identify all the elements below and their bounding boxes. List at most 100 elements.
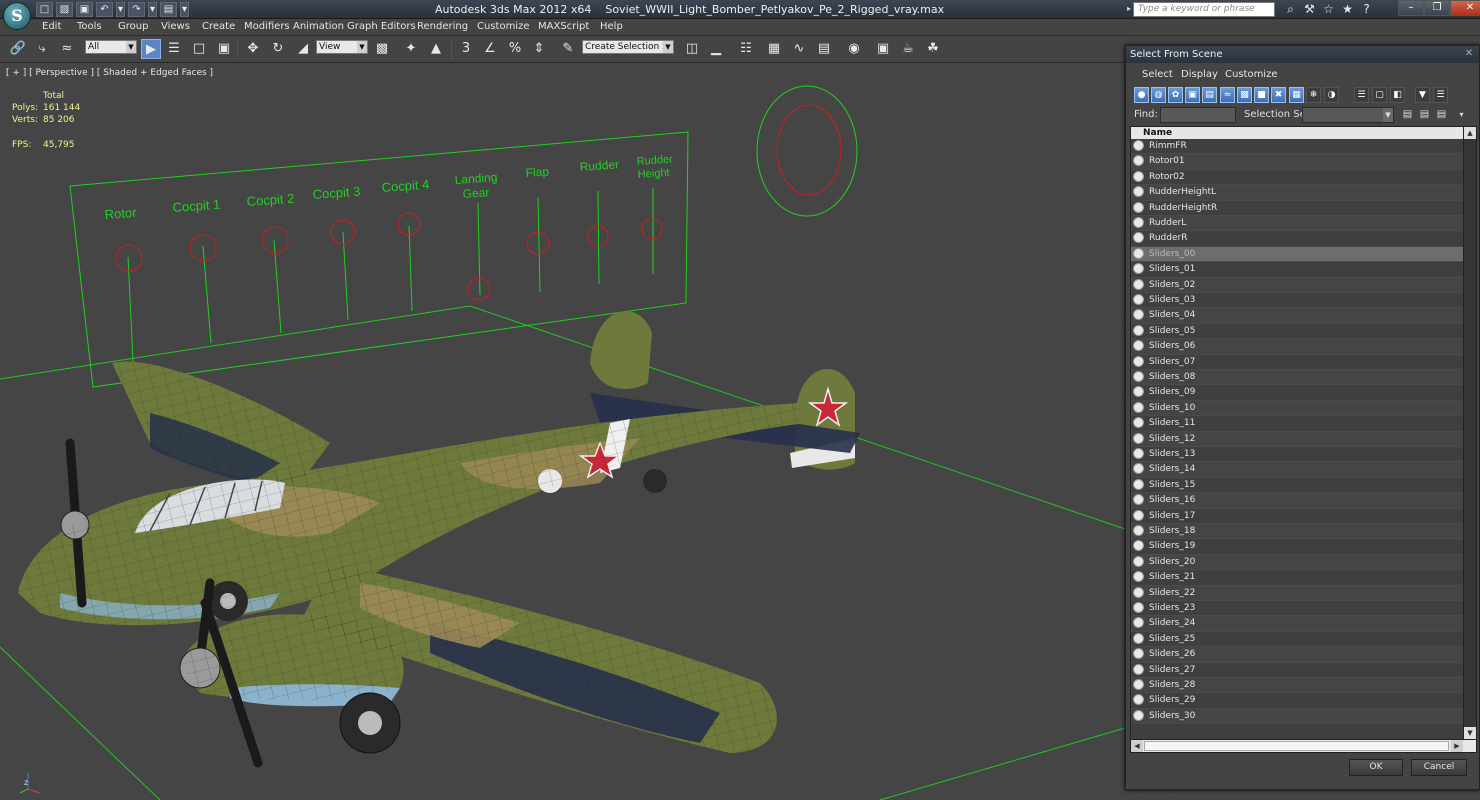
rectangular-selection-icon[interactable]: □ bbox=[189, 39, 209, 59]
project-folder-icon[interactable]: ▤ bbox=[160, 2, 177, 17]
dialog-menu-customize[interactable]: Customize bbox=[1225, 69, 1278, 80]
list-item[interactable]: Sliders_02 bbox=[1131, 277, 1464, 293]
list-item[interactable]: Sliders_12 bbox=[1131, 431, 1464, 447]
column-header-name[interactable]: Name bbox=[1131, 127, 1464, 139]
menu-maxscript[interactable]: MAXScript bbox=[538, 21, 589, 32]
select-manipulate-icon[interactable]: ✦ bbox=[401, 39, 421, 59]
menu-animation[interactable]: Animation bbox=[293, 21, 344, 32]
viewport-label[interactable]: [ + ] [ Perspective ] [ Shaded + Edged F… bbox=[6, 68, 213, 78]
spinner-snap-icon[interactable]: ⇕ bbox=[529, 39, 549, 59]
filter-helpers-icon[interactable]: ▤ bbox=[1202, 87, 1217, 103]
list-item[interactable]: Rotor01 bbox=[1131, 154, 1464, 170]
list-item[interactable]: Sliders_20 bbox=[1131, 554, 1464, 571]
select-object-icon[interactable]: ▶ bbox=[141, 39, 161, 59]
favorites-icon[interactable]: ★ bbox=[1339, 1, 1356, 17]
redo-icon[interactable]: ↷ bbox=[128, 2, 145, 17]
redo-dropdown-icon[interactable]: ▾ bbox=[148, 2, 157, 17]
list-item[interactable]: Rotor02 bbox=[1131, 170, 1464, 186]
keyboard-shortcut-override-icon[interactable]: ▲ bbox=[426, 39, 446, 59]
close-button[interactable]: ✕ bbox=[1450, 0, 1480, 16]
dialog-options-chevron-icon[interactable]: ▾ bbox=[1454, 107, 1469, 123]
customize-qa-icon[interactable]: ▾ bbox=[180, 2, 189, 17]
list-item[interactable]: Sliders_24 bbox=[1131, 616, 1464, 632]
open-file-icon[interactable]: ▧ bbox=[56, 2, 73, 17]
select-and-scale-icon[interactable]: ◢ bbox=[293, 39, 313, 59]
scroll-right-icon[interactable]: ▶ bbox=[1451, 740, 1463, 752]
hierarchy-toggle-icon[interactable]: ☰ bbox=[1433, 87, 1448, 103]
search-icon[interactable]: ⌕ bbox=[1282, 1, 1299, 17]
rendered-frame-window-icon[interactable]: ☕ bbox=[898, 39, 918, 59]
percent-snap-icon[interactable]: % bbox=[505, 39, 525, 59]
list-item[interactable]: Sliders_19 bbox=[1131, 539, 1464, 555]
named-selection-dropdown[interactable]: Create Selection Se ▼ bbox=[582, 40, 674, 54]
filter-hidden-icon[interactable]: ◑ bbox=[1324, 87, 1339, 103]
horizontal-scroll-thumb[interactable] bbox=[1144, 741, 1449, 751]
select-all-icon[interactable]: ☰ bbox=[1354, 87, 1369, 103]
selection-set-edit-icon[interactable]: ▤ bbox=[1417, 107, 1432, 123]
schematic-view-icon[interactable]: ▤ bbox=[814, 39, 834, 59]
list-item[interactable]: Sliders_30 bbox=[1131, 708, 1464, 725]
new-scene-icon[interactable]: □ bbox=[36, 2, 53, 17]
list-item[interactable]: RimmFR bbox=[1131, 139, 1464, 155]
filter-funnel-icon[interactable]: ▼ bbox=[1415, 87, 1430, 103]
filter-geometry-icon[interactable]: ● bbox=[1134, 87, 1149, 103]
undo-icon[interactable]: ↶ bbox=[96, 2, 113, 17]
filter-xrefs-icon[interactable]: ■ bbox=[1254, 87, 1269, 103]
menu-graph-editors[interactable]: Graph Editors bbox=[347, 21, 416, 32]
vertical-scrollbar[interactable]: ▲ ▼ bbox=[1463, 127, 1476, 739]
ok-button[interactable]: OK bbox=[1349, 759, 1403, 776]
list-item[interactable]: Sliders_03 bbox=[1131, 293, 1464, 309]
list-item[interactable]: Sliders_13 bbox=[1131, 447, 1464, 463]
window-crossing-icon[interactable]: ▣ bbox=[214, 39, 234, 59]
list-item[interactable]: Sliders_29 bbox=[1131, 693, 1464, 709]
graphite-modeling-icon[interactable]: ▦ bbox=[764, 39, 784, 59]
scroll-down-icon[interactable]: ▼ bbox=[1464, 727, 1476, 739]
list-item[interactable]: Sliders_08 bbox=[1131, 370, 1464, 386]
dialog-menu-select[interactable]: Select bbox=[1142, 69, 1173, 80]
list-item[interactable]: Sliders_05 bbox=[1131, 324, 1464, 340]
list-item[interactable]: Sliders_04 bbox=[1131, 308, 1464, 324]
list-item[interactable]: Sliders_17 bbox=[1131, 509, 1464, 524]
menu-create[interactable]: Create bbox=[202, 21, 235, 32]
list-item[interactable]: RudderHeightR bbox=[1131, 201, 1464, 216]
filter-lights-icon[interactable]: ✿ bbox=[1168, 87, 1183, 103]
selection-set-add-icon[interactable]: ▤ bbox=[1400, 107, 1415, 123]
menu-group[interactable]: Group bbox=[118, 21, 148, 32]
reference-coordinate-dropdown[interactable]: View ▼ bbox=[316, 40, 368, 54]
find-input[interactable] bbox=[1160, 107, 1236, 123]
list-item[interactable]: Sliders_14 bbox=[1131, 462, 1464, 478]
scroll-up-icon[interactable]: ▲ bbox=[1464, 127, 1476, 139]
material-editor-icon[interactable]: ◉ bbox=[844, 39, 864, 59]
search-expand-icon[interactable]: ▸ bbox=[1127, 4, 1131, 13]
dialog-menu-display[interactable]: Display bbox=[1181, 69, 1218, 80]
menu-customize[interactable]: Customize bbox=[477, 21, 530, 32]
angle-snap-icon[interactable]: ∠ bbox=[480, 39, 500, 59]
edit-named-selection-icon[interactable]: ✎ bbox=[558, 39, 578, 59]
minimize-button[interactable]: – bbox=[1398, 0, 1424, 16]
app-menu-logo-icon[interactable]: S bbox=[3, 2, 31, 30]
help-icon[interactable]: ? bbox=[1358, 1, 1375, 17]
select-none-icon[interactable]: ▢ bbox=[1372, 87, 1387, 103]
filter-cameras-icon[interactable]: ▣ bbox=[1185, 87, 1200, 103]
list-item[interactable]: RudderR bbox=[1131, 231, 1464, 247]
list-item[interactable]: Sliders_26 bbox=[1131, 647, 1464, 663]
pivot-center-icon[interactable]: ▩ bbox=[372, 39, 392, 59]
list-item[interactable]: Sliders_11 bbox=[1131, 416, 1464, 432]
render-setup-icon[interactable]: ▣ bbox=[873, 39, 893, 59]
select-and-move-icon[interactable]: ✥ bbox=[243, 39, 263, 59]
list-item[interactable]: Sliders_06 bbox=[1131, 339, 1464, 355]
filter-frozen-icon[interactable]: ❄ bbox=[1306, 87, 1321, 103]
list-item[interactable]: Sliders_07 bbox=[1131, 355, 1464, 370]
selection-set-dropdown[interactable]: ▼ bbox=[1302, 107, 1394, 123]
keyword-search-input[interactable]: Type a keyword or phrase bbox=[1133, 2, 1275, 17]
list-item[interactable]: Sliders_15 bbox=[1131, 478, 1464, 494]
selection-filter-dropdown[interactable]: All ▼ bbox=[85, 40, 137, 54]
list-item[interactable]: Sliders_27 bbox=[1131, 663, 1464, 678]
horizontal-scrollbar[interactable]: ◀ ▶ bbox=[1131, 739, 1476, 752]
list-item[interactable]: Sliders_21 bbox=[1131, 570, 1464, 586]
filter-shapes-icon[interactable]: ◍ bbox=[1151, 87, 1166, 103]
filter-containers-icon[interactable]: ▦ bbox=[1289, 87, 1304, 103]
layer-manager-icon[interactable]: ☷ bbox=[736, 39, 756, 59]
dialog-close-icon[interactable]: ✕ bbox=[1463, 48, 1475, 60]
list-item[interactable]: Sliders_00 bbox=[1131, 246, 1464, 263]
